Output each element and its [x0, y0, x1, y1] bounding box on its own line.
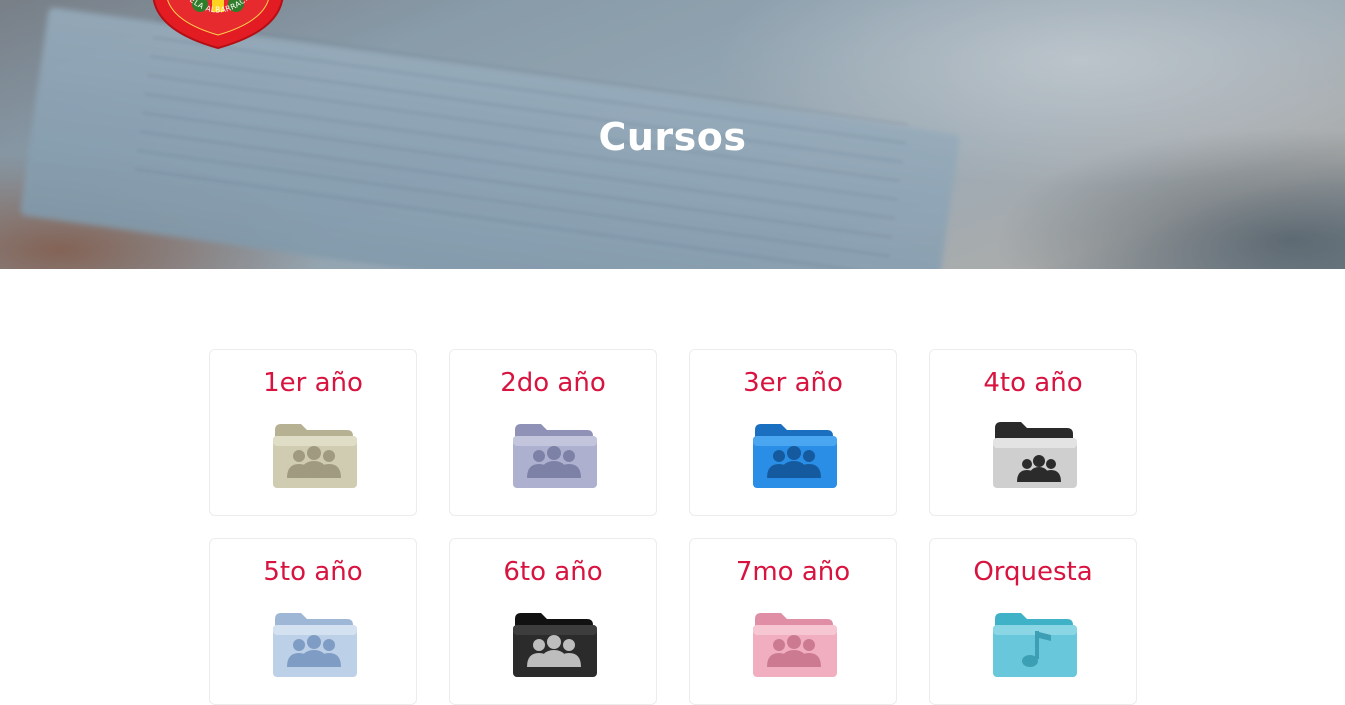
course-title: 3er año: [743, 368, 843, 398]
course-title: 1er año: [263, 368, 363, 398]
course-card-2[interactable]: 2do año: [449, 349, 657, 516]
people-folder-icon: [513, 613, 597, 677]
page-title: Cursos: [598, 115, 747, 160]
hero-banner: ESCUELA ALBARRACÍN DE SARMIENTO Cursos: [0, 0, 1345, 269]
people-folder-icon: [753, 424, 837, 488]
course-card-1[interactable]: 1er año: [209, 349, 417, 516]
course-card-5[interactable]: 5to año: [209, 538, 417, 705]
course-title: 6to año: [503, 557, 603, 587]
music-folder-icon: [993, 613, 1077, 677]
course-title: 5to año: [263, 557, 363, 587]
course-title: 2do año: [500, 368, 606, 398]
course-card-8[interactable]: Orquesta: [929, 538, 1137, 705]
course-card-3[interactable]: 3er año: [689, 349, 897, 516]
school-logo[interactable]: ESCUELA ALBARRACÍN DE SARMIENTO: [148, 0, 288, 50]
course-title: 7mo año: [735, 557, 851, 587]
course-card-7[interactable]: 7mo año: [689, 538, 897, 705]
course-card-4[interactable]: 4to año: [929, 349, 1137, 516]
people-folder-icon: [753, 613, 837, 677]
course-title: 4to año: [983, 368, 1083, 398]
course-card-6[interactable]: 6to año: [449, 538, 657, 705]
people-folder-icon: [513, 424, 597, 488]
course-title: Orquesta: [973, 557, 1093, 587]
people-folder-icon: [273, 613, 357, 677]
people-folder-icon: [993, 422, 1077, 488]
people-folder-icon: [273, 424, 357, 488]
